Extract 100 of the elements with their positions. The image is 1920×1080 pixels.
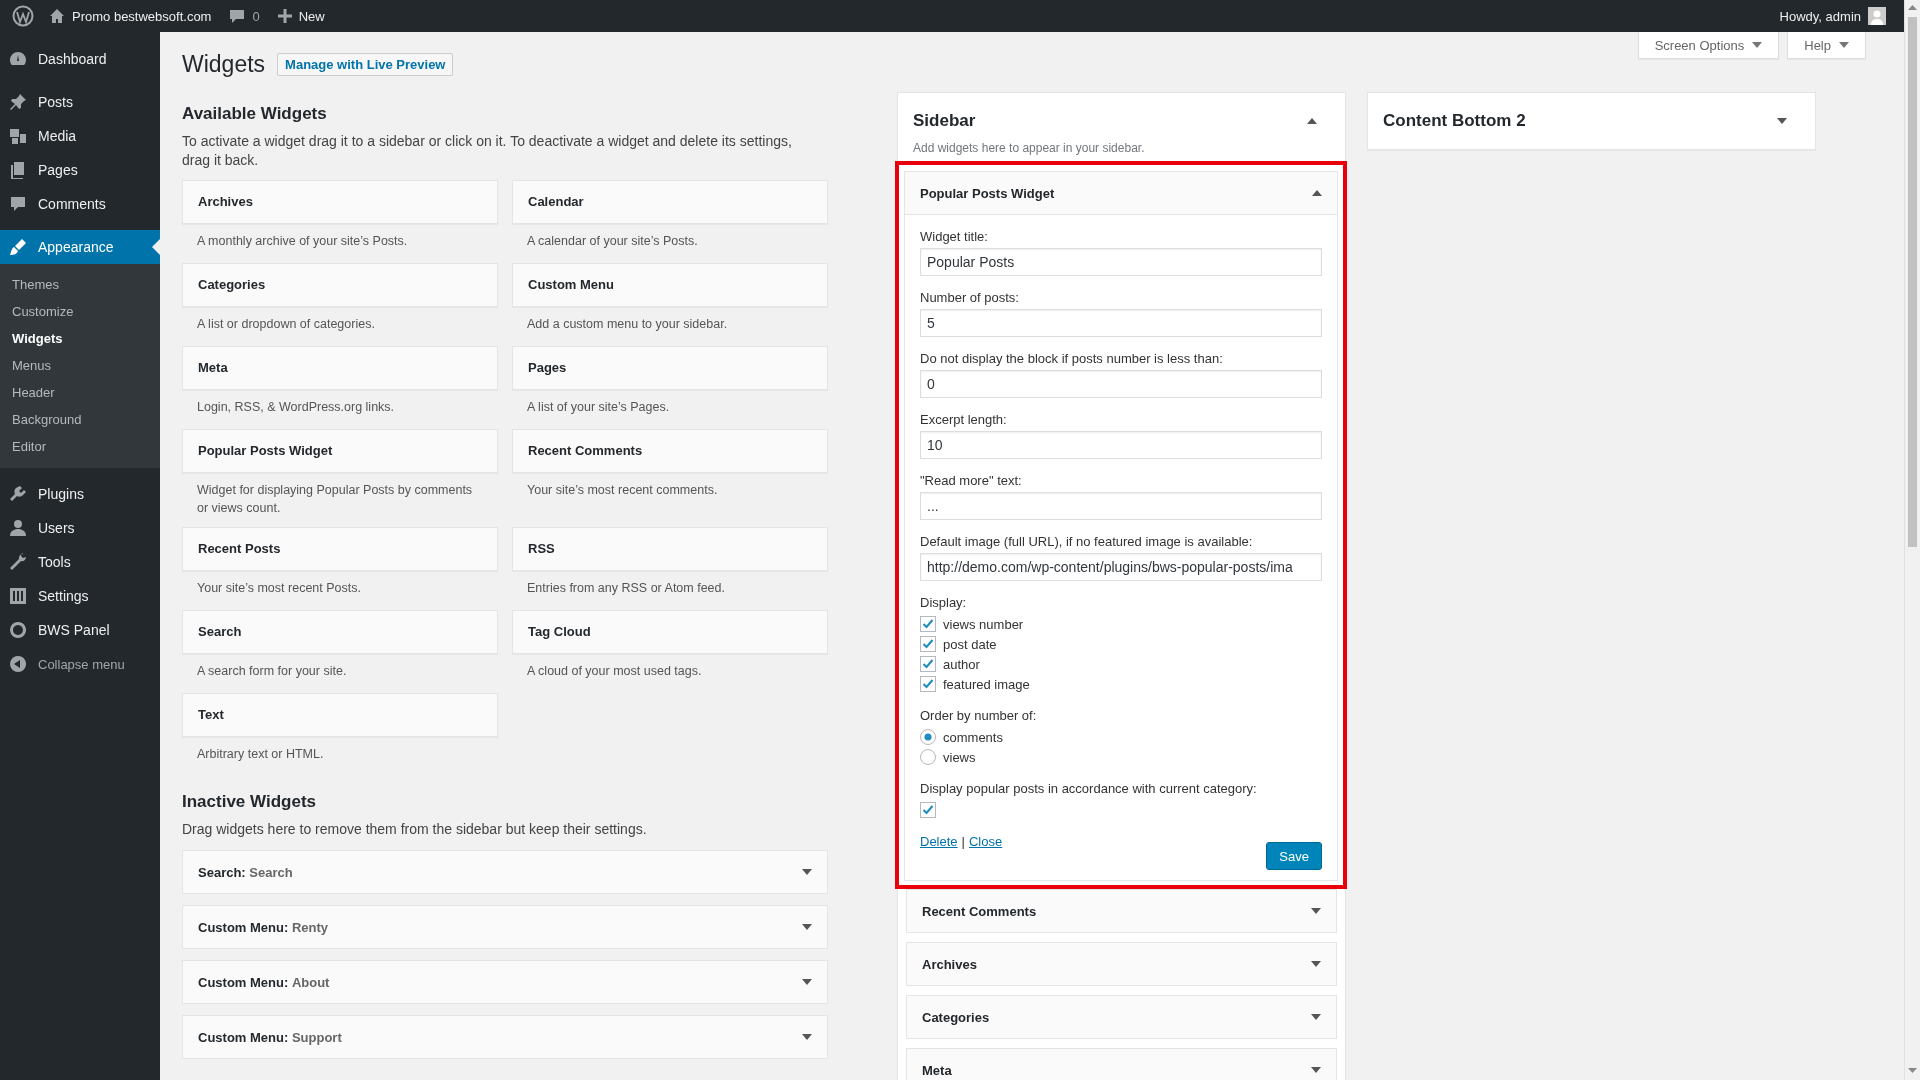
widget-item[interactable]: Recent Comments [907,890,1336,932]
menu-item[interactable]: BWS Panel [0,613,160,647]
widget-item[interactable]: Custom Menu: Renty [182,905,828,949]
pushpin-icon [8,92,28,112]
menu-item[interactable]: Tools [0,545,160,579]
widget-item[interactable]: RSS [512,527,828,571]
widget-item[interactable]: Categories [182,263,498,307]
widget-description: Widget for displaying Popular Posts by comments or views count. [196,482,474,517]
input-field[interactable]: 10 [920,431,1322,459]
menu-item[interactable]: Appearance [0,230,160,264]
checkbox[interactable] [920,636,936,652]
widget-item[interactable]: Text [182,693,498,737]
widget-description: A monthly archive of your site’s Posts. [196,233,409,250]
widget-item[interactable]: Tag Cloud [512,610,828,654]
widget-item[interactable]: Popular Posts Widget [182,429,498,473]
avatar-icon [1868,7,1886,25]
widget-item[interactable]: Custom Menu: Support [182,1015,828,1059]
menu-item[interactable]: Pages [0,153,160,187]
widget-item[interactable]: Meta [182,346,498,390]
widget-description: Entries from any RSS or Atom feed. [526,580,726,597]
menu-item[interactable]: Comments [0,187,160,221]
field-label: Do not display the block if posts number is less than: [920,351,1224,366]
submenu-item[interactable]: Menus [0,352,160,379]
widget-item[interactable]: Custom Menu: About [182,960,828,1004]
logo-icon[interactable] [12,5,34,27]
widget-item[interactable]: Custom Menu [512,263,828,307]
page-title: Widgets [182,51,266,78]
collapse-arrow-icon [8,654,28,674]
sidebar-header[interactable]: Sidebar [898,93,1345,135]
toggle-arrow-icon [1311,961,1321,967]
action-link[interactable]: Delete [920,834,958,849]
new-link[interactable]: New [268,0,334,32]
menu-item[interactable]: Media [0,119,160,153]
widget-item[interactable]: Search [182,610,498,654]
toggle-arrow-icon [1777,118,1787,124]
widget-item[interactable]: Archives [182,180,498,224]
account-link[interactable]: Howdy, admin [1770,0,1896,32]
input-field[interactable]: Popular Posts [920,248,1322,276]
submenu-item[interactable]: Editor [0,433,160,460]
checkbox[interactable] [920,676,936,692]
caret-icon [1839,42,1849,48]
widget-item[interactable]: Meta [907,1049,1336,1080]
link-separator: | [961,834,965,849]
widget-item[interactable]: Pages [512,346,828,390]
field-label: "Read more" text: [920,473,1023,488]
collapse-menu[interactable]: Collapse menu [0,647,160,681]
toggle-arrow-icon [802,1034,812,1040]
new-label: New [298,8,325,24]
live-preview-button[interactable]: Manage with Live Preview [277,53,454,76]
toggle-arrow-icon [1312,190,1322,196]
save-button[interactable]: Save [1266,842,1322,870]
field-label: Order by number of: [920,708,1038,723]
home-icon [49,8,65,24]
menu-item[interactable]: Settings [0,579,160,613]
field-label: Display popular posts in accordance with current category: [920,781,1258,796]
submenu-item[interactable]: Header [0,379,160,406]
sidebar-header[interactable]: Content Bottom 2 [1368,93,1815,149]
screen-meta-tab[interactable]: Help [1787,32,1866,59]
radio-button[interactable] [920,729,936,745]
section-heading: Available Widgets [182,104,328,124]
widget-item[interactable]: Calendar [512,180,828,224]
paintbrush-icon [8,237,28,257]
input-field[interactable]: 0 [920,370,1322,398]
checkbox[interactable] [920,802,936,818]
widget-item[interactable]: Categories [907,996,1336,1038]
menu-item[interactable]: Users [0,511,160,545]
submenu-item[interactable]: Widgets [0,325,160,352]
widget-description: Your site’s most recent Posts. [196,580,362,597]
widget-description: A calendar of your site’s Posts. [526,233,699,250]
input-field[interactable]: http://demo.com/wp-content/plugins/bws-popular-posts/ima [920,553,1322,581]
input-field[interactable]: 5 [920,309,1322,337]
widget-item[interactable]: Recent Posts [182,527,498,571]
radio-button[interactable] [920,749,936,765]
widget-item[interactable]: Archives [907,943,1336,985]
submenu-item[interactable]: Themes [0,271,160,298]
toggle-arrow-icon [802,924,812,930]
greeting: Howdy, admin [1779,8,1861,24]
widget-description: A list of your site’s Pages. [526,399,671,416]
toggle-arrow-icon [1307,118,1317,124]
comments-link[interactable]: 0 [220,0,269,32]
submenu-item[interactable]: Background [0,406,160,433]
widget-item[interactable]: Search: Search [182,850,828,894]
action-link[interactable]: Close [968,834,1003,849]
field-label: Default image (full URL), if no featured image is available: [920,534,1254,549]
menu-item[interactable]: Plugins [0,477,160,511]
screen-meta-tab[interactable]: Screen Options [1637,32,1780,59]
toggle-arrow-icon [802,869,812,875]
menu-item[interactable]: Dashboard [0,42,160,76]
widget-item[interactable]: Recent Comments [512,429,828,473]
widget-description: Arbitrary text or HTML. [196,746,325,763]
menu-item[interactable]: Posts [0,85,160,119]
submenu-item[interactable]: Customize [0,298,160,325]
input-field[interactable]: ... [920,492,1322,520]
widget-description: A search form for your site. [196,663,348,680]
site-link[interactable]: Promo bestwebsoft.com [40,0,221,32]
checkbox[interactable] [920,616,936,632]
field-label: Number of posts: [920,290,1020,305]
section-heading: Inactive Widgets [182,792,317,812]
checkbox[interactable] [920,656,936,672]
speech-bubble-icon [8,194,28,214]
